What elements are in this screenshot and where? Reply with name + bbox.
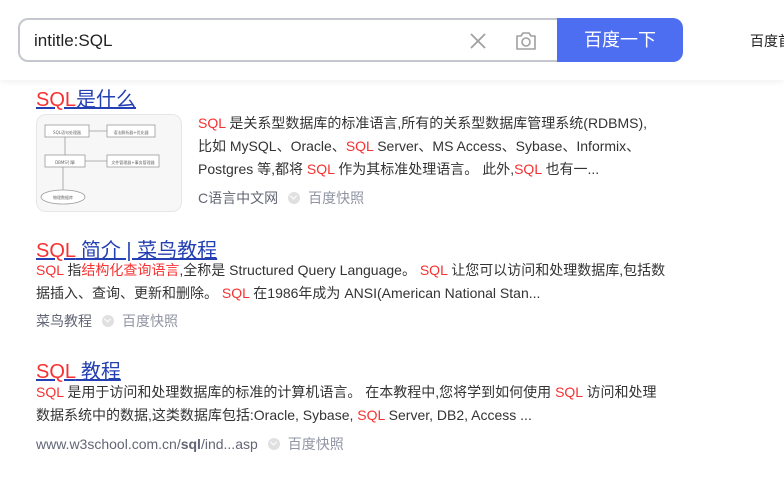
title-highlight: SQL — [36, 361, 76, 383]
snippet-text: Server, DB2, Access ... — [384, 407, 532, 423]
top-right-link[interactable]: 百度首 — [750, 31, 784, 51]
snippet-highlight: SQL — [36, 262, 64, 278]
result-title-3[interactable]: SQL 教程 — [36, 355, 121, 384]
snippet-text: 是用于访问和处理数据库的标准的计算机语言。 在本教程中,您将学到如何使用 — [63, 384, 556, 400]
snippet-highlight: SQL — [514, 161, 542, 177]
search-button[interactable]: 百度一下 — [557, 18, 683, 62]
source-name: 菜鸟教程 — [36, 313, 92, 329]
snippet-text: ,全称是 Structured Query Language。 — [179, 262, 420, 278]
snippet-text: 也有一... — [541, 161, 600, 177]
snippet-text: 在1986年成为 ANSI(American National Stan... — [249, 285, 541, 301]
snippet-highlight: SQL — [221, 285, 250, 301]
result-source: C语言中文网 百度快照 — [198, 188, 364, 208]
shield-icon — [288, 192, 301, 204]
svg-text:SQL语句处理器: SQL语句处理器 — [53, 129, 81, 135]
shield-icon — [267, 438, 280, 450]
svg-text:DBMS引擎: DBMS引擎 — [55, 159, 75, 165]
svg-text:文件管理器+事务管理器: 文件管理器+事务管理器 — [111, 159, 154, 165]
result-thumbnail[interactable]: SQL语句处理器 语法解析器+优化器 DBMS引擎 文件管理器+事务管理器 物理… — [36, 114, 182, 212]
snippet-highlight: SQL — [555, 384, 583, 400]
result-snippet: SQL 指结构化查询语言,全称是 Structured Query Langua… — [36, 259, 668, 305]
top-bar: 百度一下 百度首 — [0, 0, 784, 80]
snippet-highlight: SQL — [306, 161, 335, 177]
camera-icon[interactable] — [514, 29, 538, 53]
snapshot-link[interactable]: 百度快照 — [122, 313, 178, 329]
result-title-1[interactable]: SQL是什么 — [36, 83, 136, 112]
title-text: 教程 — [75, 361, 121, 383]
source-name: C语言中文网 — [198, 190, 279, 206]
snapshot-link[interactable]: 百度快照 — [308, 190, 364, 206]
snippet-highlight: 结构化查询语言 — [81, 262, 180, 278]
snapshot-link[interactable]: 百度快照 — [288, 436, 344, 452]
search-input[interactable] — [34, 30, 434, 52]
snippet-highlight: SQL — [198, 115, 226, 131]
search-box[interactable] — [18, 18, 558, 62]
result-snippet: SQL 是用于访问和处理数据库的标准的计算机语言。 在本教程中,您将学到如何使用… — [36, 381, 668, 427]
svg-text:语法解析器+优化器: 语法解析器+优化器 — [113, 129, 148, 135]
result-source: www.w3school.com.cn/sql/ind...asp 百度快照 — [36, 434, 344, 454]
snippet-text: 指 — [63, 262, 82, 278]
snippet-text: 作为其标准处理语言。 此外, — [334, 161, 515, 177]
svg-text:物理数据库: 物理数据库 — [53, 194, 73, 200]
snippet-highlight: SQL — [357, 407, 385, 423]
clear-icon[interactable] — [468, 31, 488, 51]
title-text: 是什么 — [76, 89, 137, 111]
diagram-thumbnail-image: SQL语句处理器 语法解析器+优化器 DBMS引擎 文件管理器+事务管理器 物理… — [40, 124, 160, 205]
snippet-highlight: SQL — [419, 262, 448, 278]
snippet-highlight: SQL — [345, 138, 374, 154]
result-source: 菜鸟教程 百度快照 — [36, 311, 178, 331]
source-url[interactable]: www.w3school.com.cn/sql/ind...asp — [36, 436, 258, 452]
shield-icon — [102, 315, 114, 327]
result-snippet: SQL 是关系型数据库的标准语言,所有的关系型数据库管理系统(RDBMS),比如… — [198, 112, 660, 181]
snippet-highlight: SQL — [36, 384, 64, 400]
title-highlight: SQL — [36, 89, 77, 111]
